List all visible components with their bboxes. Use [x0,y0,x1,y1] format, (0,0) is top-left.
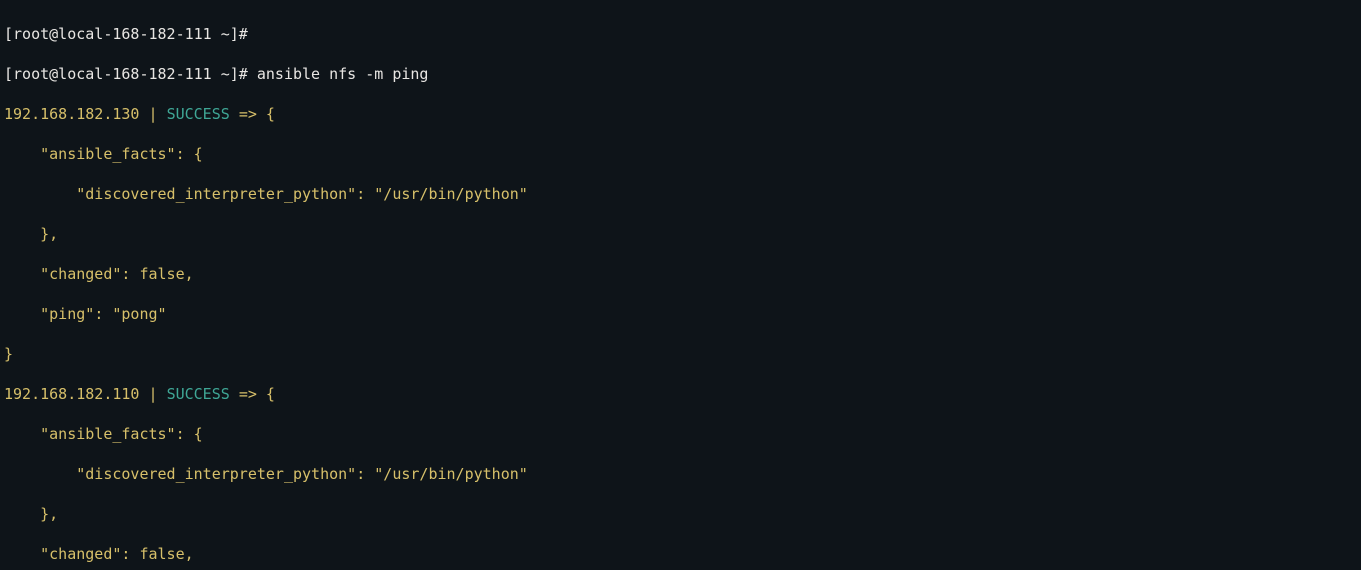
output-line: }, [4,504,1357,524]
prompt: [root@local-168-182-111 ~]# [4,65,248,83]
key-dip: "discovered_interpreter_python" [76,465,356,483]
val-false: false [139,265,184,283]
terminal[interactable]: [root@local-168-182-111 ~]# [root@local-… [0,0,1361,570]
output-line: "changed": false, [4,264,1357,284]
key-ansible-facts: "ansible_facts" [40,425,175,443]
output-host-header: 192.168.182.130 | SUCCESS => { [4,104,1357,124]
output-line: }, [4,224,1357,244]
prompt-line-cmd1: [root@local-168-182-111 ~]# ansible nfs … [4,64,1357,84]
arrow: => [239,385,257,403]
host: 192.168.182.110 [4,385,139,403]
key-changed: "changed" [40,545,121,563]
status: SUCCESS [167,105,230,123]
key-dip: "discovered_interpreter_python" [76,185,356,203]
output-line: "ansible_facts": { [4,424,1357,444]
key-ping: "ping" [40,305,94,323]
prompt-line-empty: [root@local-168-182-111 ~]# [4,24,1357,44]
arrow: => [239,105,257,123]
output-line: "ping": "pong" [4,304,1357,324]
command: ansible nfs -m ping [257,65,429,83]
val-false: false [139,545,184,563]
val-pong: "pong" [112,305,166,323]
key-changed: "changed" [40,265,121,283]
host: 192.168.182.130 [4,105,139,123]
output-host-header: 192.168.182.110 | SUCCESS => { [4,384,1357,404]
prompt: [root@local-168-182-111 ~]# [4,25,248,43]
output-line: "discovered_interpreter_python": "/usr/b… [4,464,1357,484]
output-line: "ansible_facts": { [4,144,1357,164]
status: SUCCESS [167,385,230,403]
val-python: "/usr/bin/python" [374,465,528,483]
key-ansible-facts: "ansible_facts" [40,145,175,163]
val-python: "/usr/bin/python" [374,185,528,203]
output-line: } [4,344,1357,364]
output-line: "discovered_interpreter_python": "/usr/b… [4,184,1357,204]
output-line: "changed": false, [4,544,1357,564]
